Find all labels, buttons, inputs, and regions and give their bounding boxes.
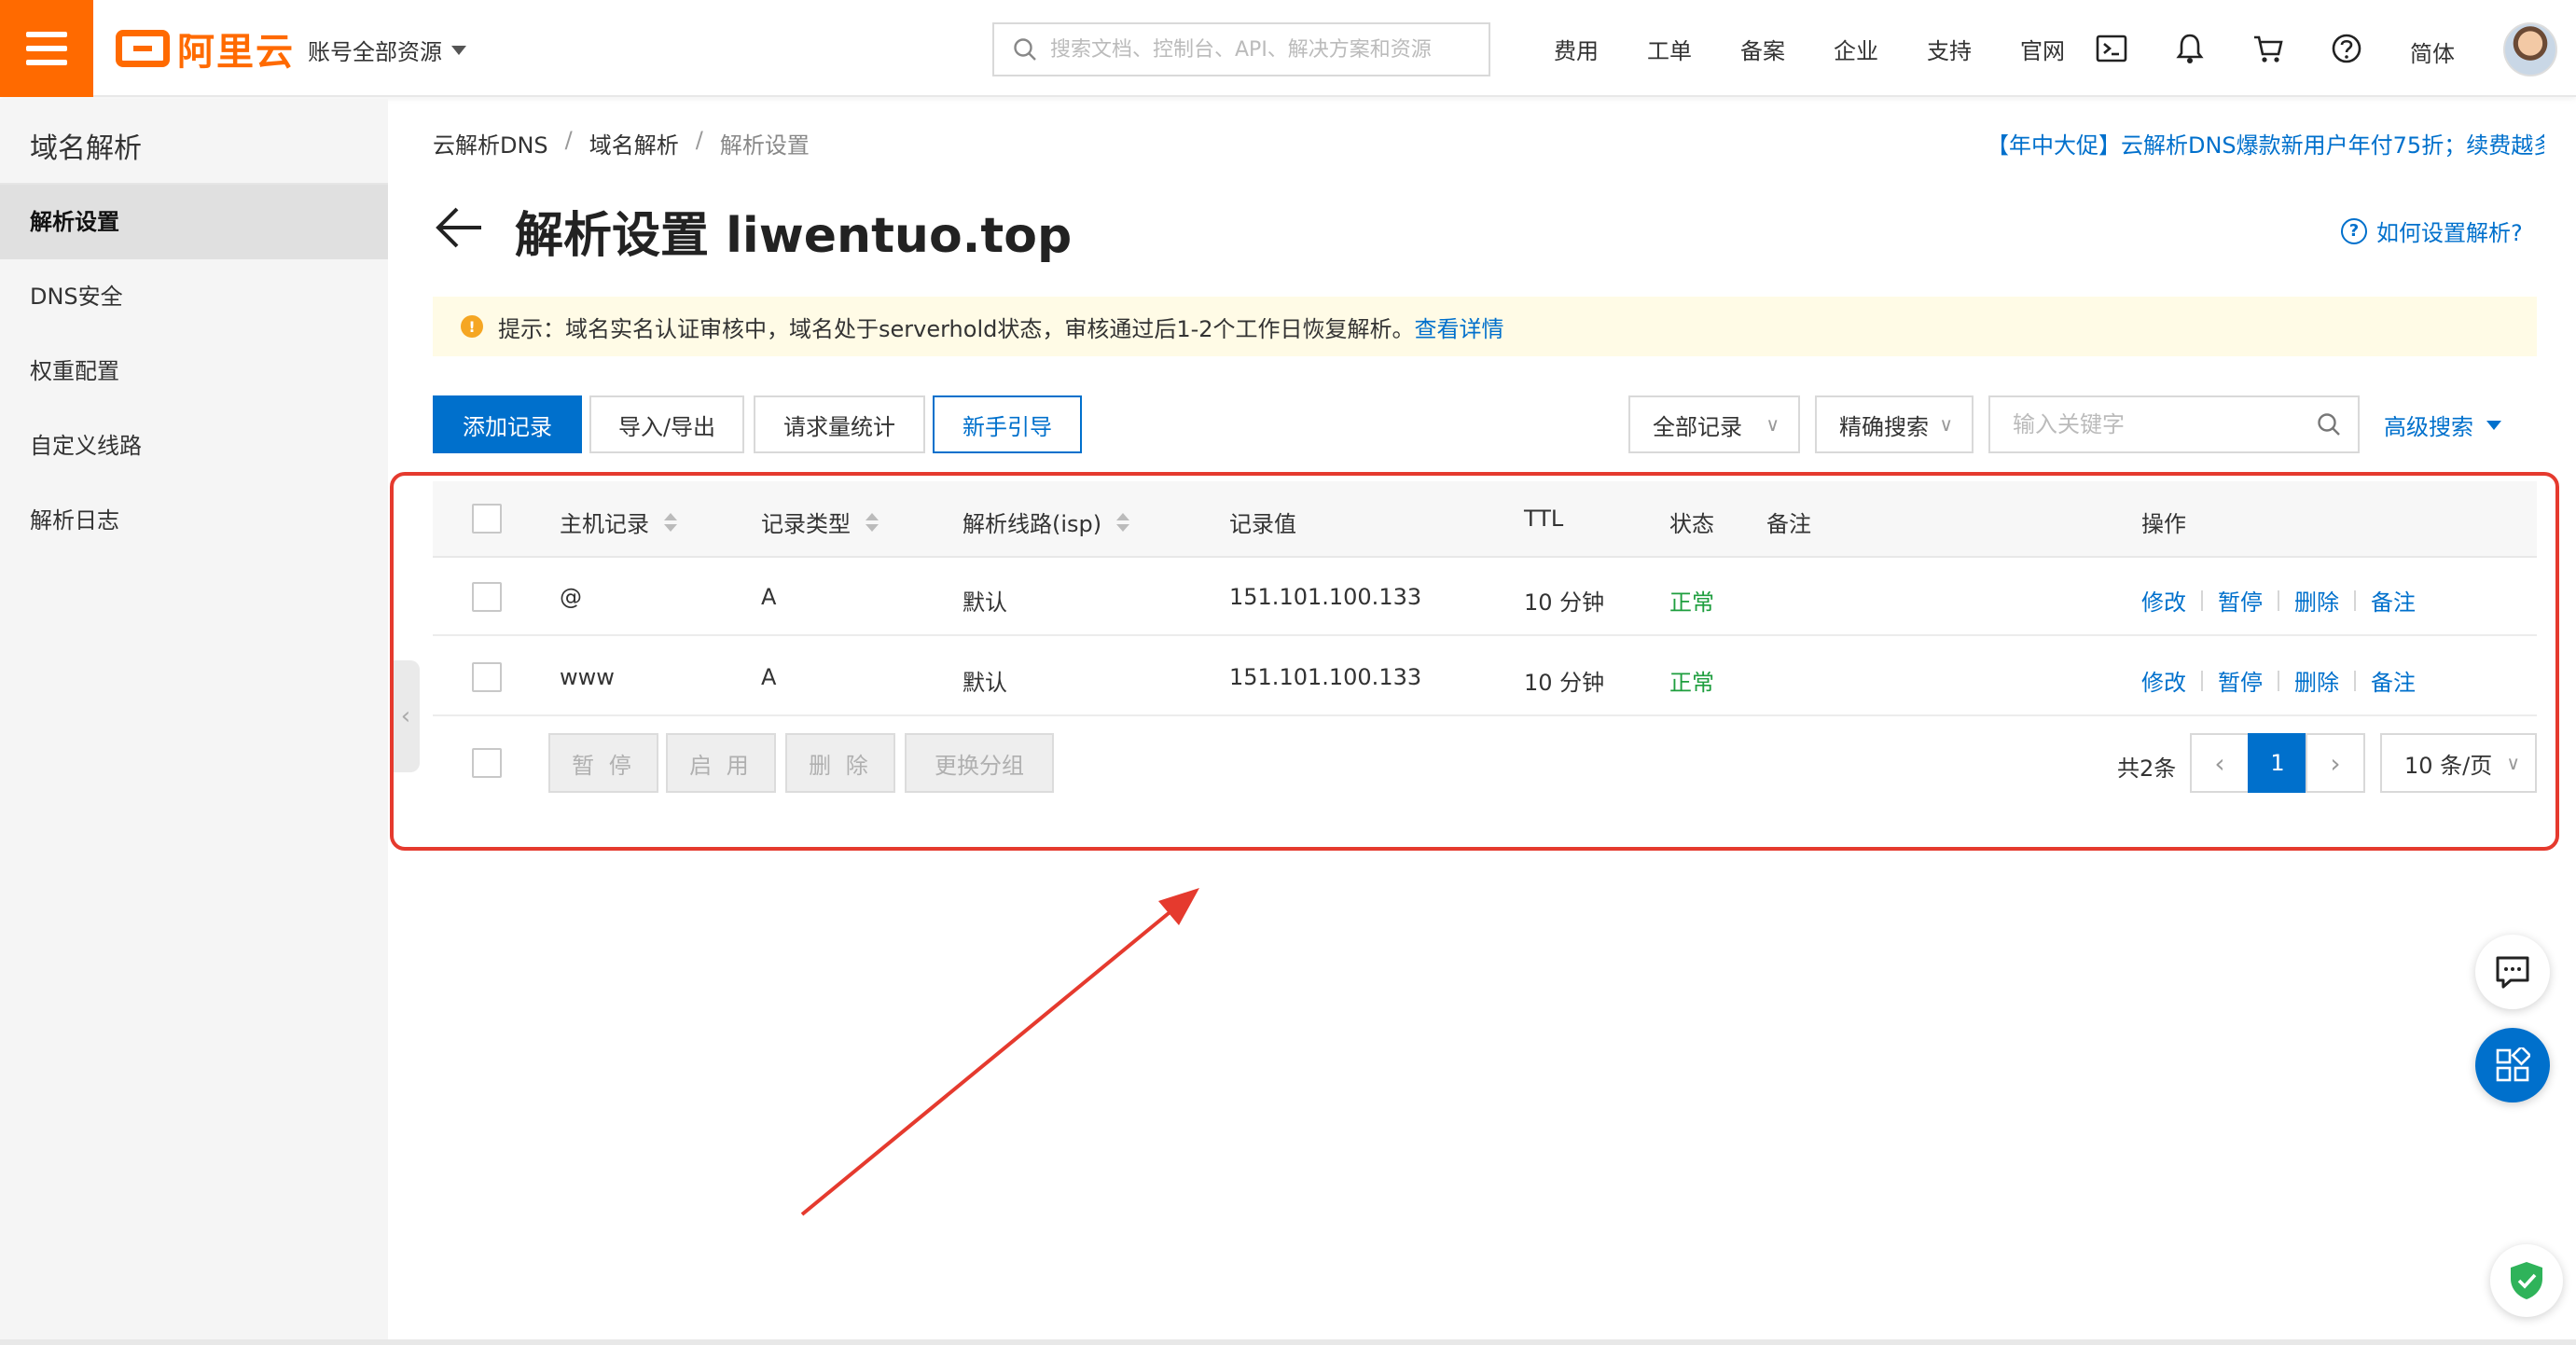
notice-details-link[interactable]: 查看详情 — [1415, 316, 1504, 342]
terminal-icon[interactable] — [2095, 32, 2128, 65]
nav-official-site[interactable]: 官网 — [1996, 33, 2089, 65]
notice-text: 提示：域名实名认证审核中，域名处于serverhold状态，审核通过后1-2个工… — [498, 315, 1415, 342]
how-to-configure-link[interactable]: ? 如何设置解析? — [2341, 215, 2523, 247]
beginner-guide-button[interactable]: 新手引导 — [933, 395, 1082, 453]
nav-fees[interactable]: 费用 — [1530, 33, 1623, 65]
shield-check-icon — [2511, 1262, 2542, 1299]
cart-icon[interactable] — [2251, 32, 2285, 65]
keyword-input[interactable] — [2013, 411, 2292, 437]
breadcrumb-separator: / — [695, 127, 703, 153]
search-icon — [1014, 38, 1036, 61]
apps-float-button[interactable] — [2475, 1028, 2550, 1102]
menu-bar-icon — [26, 32, 67, 37]
menu-bar-icon — [26, 46, 67, 51]
annotation-highlight-box — [390, 472, 2559, 851]
record-filter-label: 全部记录 — [1653, 413, 1742, 440]
user-avatar[interactable] — [2503, 22, 2557, 76]
advanced-search-label: 高级搜索 — [2384, 414, 2473, 440]
advanced-search-toggle[interactable]: 高级搜索 — [2384, 409, 2501, 441]
hamburger-menu-button[interactable] — [0, 0, 93, 97]
record-filter-dropdown[interactable]: 全部记录 ∨ — [1628, 395, 1800, 453]
nav-tickets[interactable]: 工单 — [1623, 33, 1716, 65]
account-scope-dropdown[interactable]: 账号全部资源 — [308, 34, 466, 66]
chevron-down-icon: ∨ — [1766, 413, 1780, 436]
top-bar: 阿里云 账号全部资源 费用 工单 备案 企业 支持 官网 简体 — [0, 0, 2576, 97]
chat-float-button[interactable] — [2475, 935, 2550, 1009]
page-title: 解析设置 liwentuo.top — [515, 208, 1073, 264]
caret-down-icon — [451, 45, 466, 55]
add-record-button[interactable]: 添加记录 — [433, 395, 582, 453]
language-switch[interactable]: 简体 — [2410, 35, 2455, 68]
top-nav: 费用 工单 备案 企业 支持 官网 — [1530, 0, 2089, 97]
search-mode-dropdown[interactable]: 精确搜索 ∨ — [1815, 395, 1974, 453]
logo-text: 阿里云 — [177, 31, 295, 74]
aliyun-logo-icon — [116, 30, 170, 67]
nav-enterprise[interactable]: 企业 — [1809, 33, 1903, 65]
annotation-arrow — [800, 888, 1199, 1216]
sidebar-item-dns-settings[interactable]: 解析设置 — [0, 185, 388, 259]
back-arrow-icon[interactable] — [433, 205, 485, 250]
help-icon[interactable] — [2330, 32, 2363, 65]
import-export-button[interactable]: 导入/导出 — [589, 395, 744, 453]
aliyun-logo[interactable]: 阿里云 — [116, 28, 295, 74]
notice-banner: ! 提示：域名实名认证审核中，域名处于serverhold状态，审核通过后1-2… — [433, 297, 2537, 356]
warning-icon: ! — [461, 315, 483, 338]
breadcrumb-cloud-dns[interactable]: 云解析DNS — [433, 127, 548, 159]
nav-icp-filing[interactable]: 备案 — [1716, 33, 1809, 65]
promo-banner-link[interactable]: 【年中大促】云解析DNS爆款新用户年付75折；续费越多 — [1987, 127, 2544, 159]
global-search[interactable] — [992, 22, 1490, 76]
how-to-configure-label: 如何设置解析? — [2376, 220, 2523, 246]
sidebar-item-dns-security[interactable]: DNS安全 — [0, 259, 388, 334]
sidebar: 域名解析 解析设置 DNS安全 权重配置 自定义线路 解析日志 — [0, 99, 388, 1339]
sidebar-item-resolution-log[interactable]: 解析日志 — [0, 483, 388, 558]
sidebar-item-weight-config[interactable]: 权重配置 — [0, 334, 388, 409]
request-stats-button[interactable]: 请求量统计 — [754, 395, 925, 453]
search-mode-label: 精确搜索 — [1839, 413, 1929, 440]
security-shield-button[interactable] — [2490, 1244, 2563, 1317]
breadcrumb-current: 解析设置 — [719, 132, 810, 159]
sidebar-title: 域名解析 — [30, 132, 142, 165]
chevron-down-icon: ∨ — [1939, 413, 1953, 436]
breadcrumb: 云解析DNS / 域名解析 / 解析设置 — [433, 127, 810, 159]
apps-grid-icon — [2496, 1047, 2530, 1082]
keyword-search-field[interactable] — [1988, 395, 2360, 453]
breadcrumb-domain-resolution[interactable]: 域名解析 — [589, 127, 679, 159]
breadcrumb-separator: / — [564, 127, 573, 153]
global-search-input[interactable] — [1050, 37, 1461, 62]
caret-down-icon — [2486, 420, 2501, 430]
sidebar-item-custom-lines[interactable]: 自定义线路 — [0, 409, 388, 483]
menu-bar-icon — [26, 60, 67, 65]
account-scope-label: 账号全部资源 — [308, 39, 442, 65]
question-circle-icon: ? — [2341, 217, 2367, 244]
bell-icon[interactable] — [2173, 32, 2207, 65]
window-bottom-border — [0, 1339, 2576, 1345]
nav-support[interactable]: 支持 — [1903, 33, 1996, 65]
search-icon[interactable] — [2317, 412, 2341, 437]
chat-icon — [2496, 956, 2529, 989]
